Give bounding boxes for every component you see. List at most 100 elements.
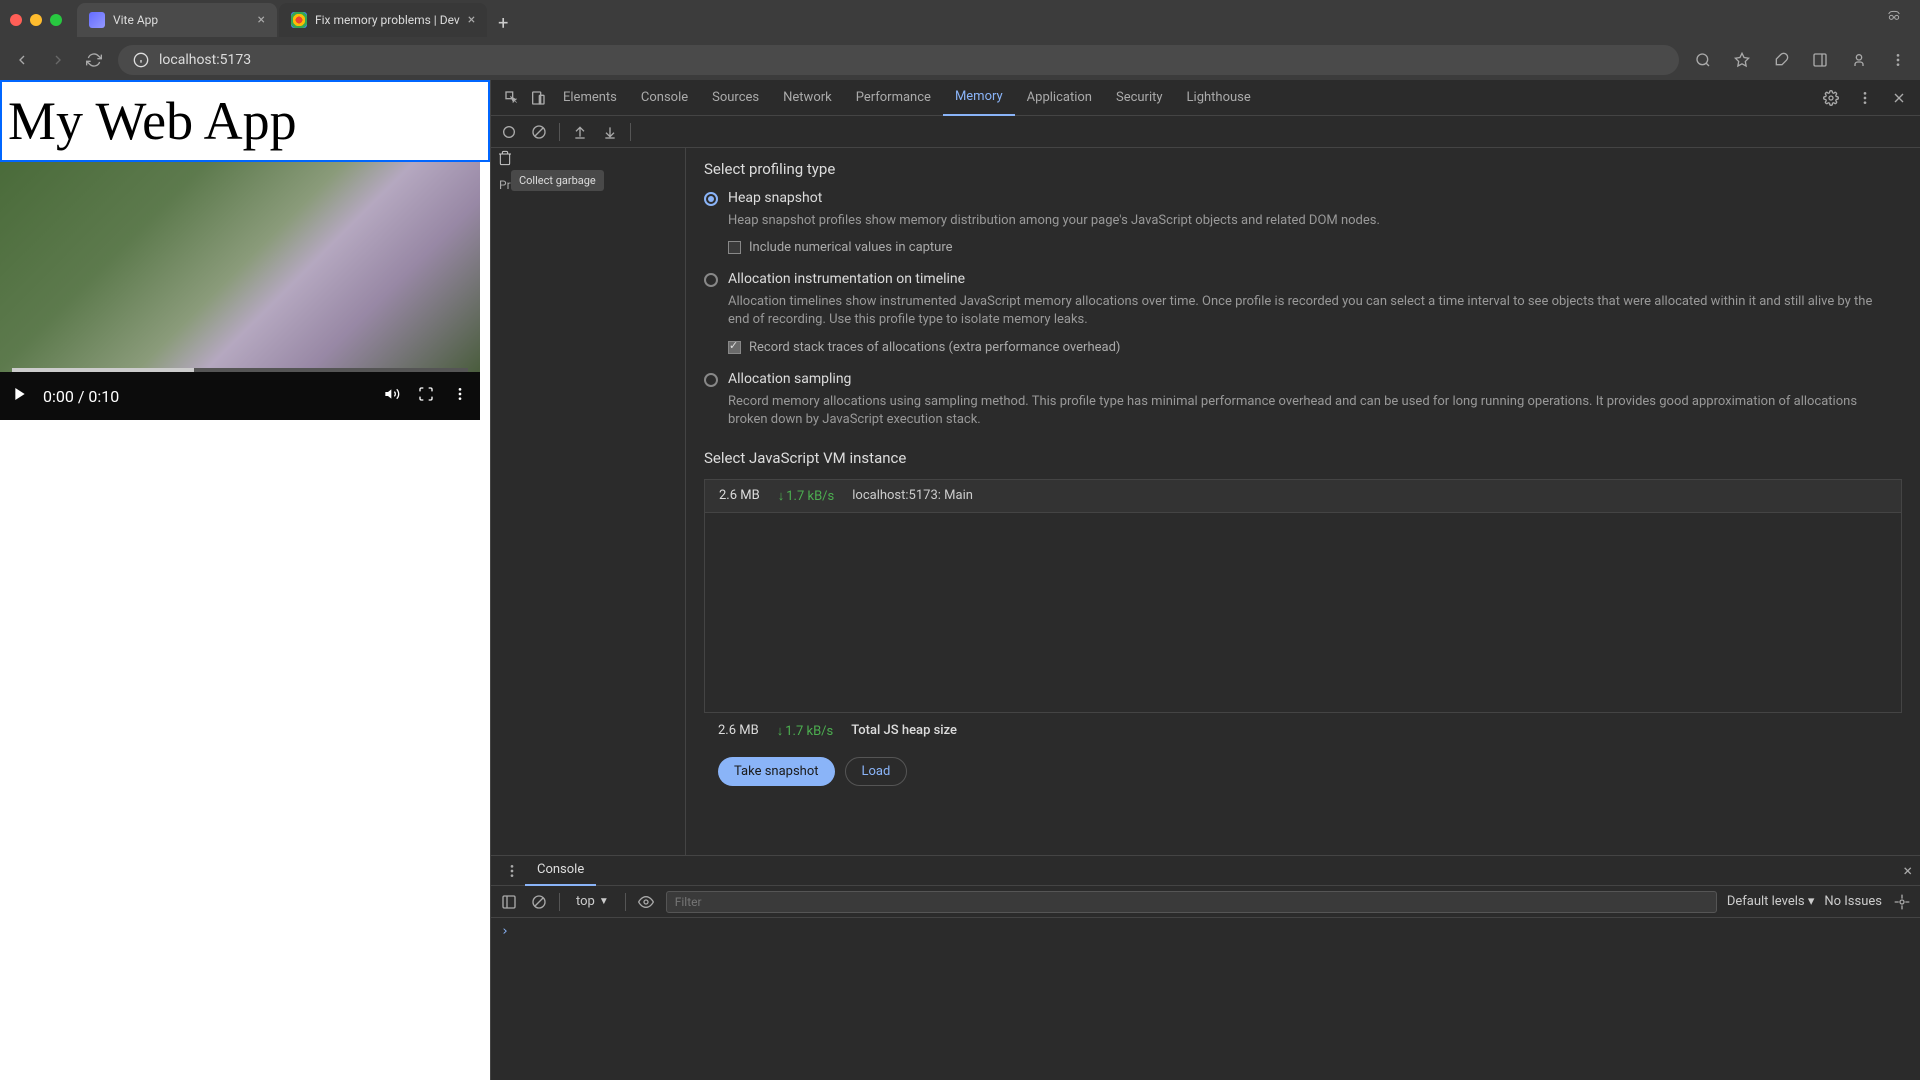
- window-maximize[interactable]: [50, 14, 62, 26]
- close-drawer-icon[interactable]: ×: [1903, 861, 1912, 880]
- log-levels[interactable]: Default levels ▾: [1727, 894, 1815, 909]
- more-icon[interactable]: [452, 386, 468, 406]
- radio-icon[interactable]: [704, 192, 718, 206]
- video-player[interactable]: 0:00 / 0:10: [0, 162, 480, 420]
- reload-button[interactable]: [82, 48, 106, 72]
- video-time: 0:00 / 0:10: [43, 387, 119, 406]
- radio-label: Allocation sampling: [728, 371, 851, 387]
- memory-sidebar: Collect garbage Profiles: [491, 148, 686, 855]
- close-icon[interactable]: ×: [468, 12, 475, 28]
- checkbox-label: Include numerical values in capture: [749, 240, 953, 255]
- vm-instance-row[interactable]: 2.6 MB 1.7 kB/s localhost:5173: Main: [704, 479, 1902, 513]
- incognito-icon[interactable]: [1886, 8, 1910, 32]
- inspect-icon[interactable]: [499, 80, 525, 116]
- console-settings-icon[interactable]: [1892, 892, 1912, 912]
- tab-application[interactable]: Application: [1015, 80, 1104, 116]
- tab-vite-app[interactable]: Vite App ×: [77, 3, 277, 37]
- tabs: Vite App × Fix memory problems | Dev × +: [77, 3, 517, 37]
- tab-fix-memory[interactable]: Fix memory problems | Dev ×: [279, 3, 487, 37]
- url-text: localhost:5173: [159, 52, 251, 68]
- drawer-tab-console[interactable]: Console: [525, 856, 596, 886]
- more-icon[interactable]: [1852, 80, 1878, 116]
- checkbox-numerical[interactable]: Include numerical values in capture: [728, 240, 1902, 255]
- tab-memory[interactable]: Memory: [943, 80, 1015, 116]
- close-devtools-icon[interactable]: [1886, 80, 1912, 116]
- total-label: Total JS heap size: [851, 723, 957, 738]
- tab-lighthouse[interactable]: Lighthouse: [1175, 80, 1263, 116]
- info-icon: [133, 52, 149, 68]
- address-bar: localhost:5173: [0, 40, 1920, 80]
- gear-icon[interactable]: [1818, 80, 1844, 116]
- checkbox-icon[interactable]: [728, 341, 741, 354]
- radio-label: Heap snapshot: [728, 190, 822, 206]
- garbage-collect-icon[interactable]: [497, 150, 513, 170]
- tab-sources[interactable]: Sources: [700, 80, 771, 116]
- favicon-icon: [291, 12, 307, 28]
- action-bar: Take snapshot Load: [704, 749, 1902, 794]
- device-icon[interactable]: [525, 80, 551, 116]
- more-icon[interactable]: [499, 853, 525, 889]
- tab-network[interactable]: Network: [771, 80, 844, 116]
- radio-icon[interactable]: [704, 273, 718, 287]
- radio-icon[interactable]: [704, 373, 718, 387]
- tab-elements[interactable]: Elements: [551, 80, 629, 116]
- download-icon[interactable]: [600, 122, 620, 142]
- issues-count[interactable]: No Issues: [1824, 894, 1882, 909]
- upload-icon[interactable]: [570, 122, 590, 142]
- radio-allocation-timeline[interactable]: Allocation instrumentation on timeline: [704, 271, 1902, 287]
- side-panel-icon[interactable]: [1808, 48, 1832, 72]
- new-tab-button[interactable]: +: [489, 9, 517, 37]
- memory-toolbar: [491, 116, 1920, 148]
- console-prompt-icon: ›: [501, 924, 509, 939]
- profile-icon[interactable]: [1847, 48, 1871, 72]
- clear-console-icon[interactable]: [529, 892, 549, 912]
- vm-footer: 2.6 MB 1.7 kB/s Total JS heap size: [704, 713, 1902, 749]
- context-selector[interactable]: top ▼: [570, 892, 615, 911]
- sidebar-toggle-icon[interactable]: [499, 892, 519, 912]
- toolbar-actions: [1691, 48, 1910, 72]
- load-button[interactable]: Load: [845, 757, 908, 786]
- video-frame: [0, 162, 480, 372]
- extensions-icon[interactable]: [1769, 48, 1793, 72]
- back-button[interactable]: [10, 48, 34, 72]
- clear-icon[interactable]: [529, 122, 549, 142]
- gc-tooltip: Collect garbage: [511, 170, 604, 191]
- devtools-tabs: Elements Console Sources Network Perform…: [491, 80, 1920, 116]
- total-size: 2.6 MB: [718, 723, 759, 738]
- radio-heap-snapshot[interactable]: Heap snapshot: [704, 190, 1902, 206]
- video-controls: 0:00 / 0:10: [0, 372, 480, 420]
- profiling-type-title: Select profiling type: [704, 160, 1902, 178]
- checkbox-stacktraces[interactable]: Record stack traces of allocations (extr…: [728, 340, 1902, 355]
- console-body[interactable]: ›: [491, 918, 1920, 1080]
- tab-console[interactable]: Console: [629, 80, 700, 116]
- filter-input[interactable]: [666, 891, 1717, 913]
- record-icon[interactable]: [499, 122, 519, 142]
- bookmark-icon[interactable]: [1730, 48, 1754, 72]
- live-expression-icon[interactable]: [636, 892, 656, 912]
- vm-rate: 1.7 kB/s: [778, 488, 835, 504]
- fullscreen-icon[interactable]: [418, 386, 434, 406]
- console-toolbar: top ▼ Default levels ▾ No Issues: [491, 886, 1920, 918]
- tab-security[interactable]: Security: [1104, 80, 1175, 116]
- play-icon[interactable]: [12, 386, 28, 406]
- window-close[interactable]: [10, 14, 22, 26]
- take-snapshot-button[interactable]: Take snapshot: [718, 757, 835, 786]
- radio-allocation-sampling[interactable]: Allocation sampling: [704, 371, 1902, 387]
- console-drawer: Console × top ▼ Default levels ▾ No Issu…: [491, 855, 1920, 1080]
- memory-main: Select profiling type Heap snapshot Heap…: [686, 148, 1920, 855]
- volume-icon[interactable]: [384, 386, 400, 406]
- tab-title: Vite App: [113, 13, 158, 27]
- close-icon[interactable]: ×: [258, 12, 265, 28]
- vm-size: 2.6 MB: [719, 488, 760, 503]
- tab-performance[interactable]: Performance: [844, 80, 943, 116]
- devtools: Elements Console Sources Network Perform…: [490, 80, 1920, 1080]
- zoom-icon[interactable]: [1691, 48, 1715, 72]
- window-minimize[interactable]: [30, 14, 42, 26]
- menu-icon[interactable]: [1886, 48, 1910, 72]
- checkbox-icon[interactable]: [728, 241, 741, 254]
- favicon-icon: [89, 12, 105, 28]
- vm-name: localhost:5173: Main: [852, 488, 973, 503]
- forward-button[interactable]: [46, 48, 70, 72]
- main-area: My Web App 0:00 / 0:10 Elements Console …: [0, 80, 1920, 1080]
- url-input[interactable]: localhost:5173: [118, 45, 1679, 75]
